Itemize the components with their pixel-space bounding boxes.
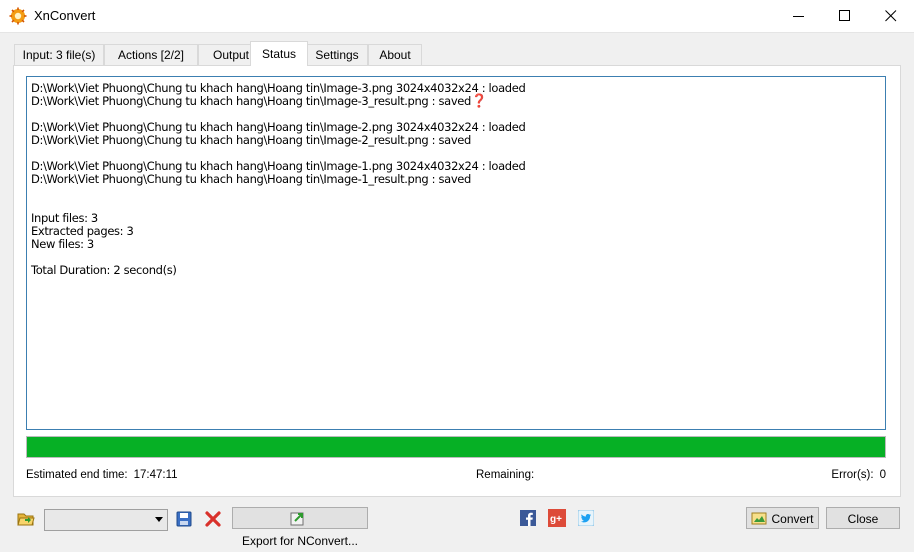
log-line-text: Total Duration: 2 second(s)	[31, 263, 177, 277]
tab-settings[interactable]: Settings	[306, 44, 368, 65]
log-line-text: D:\Work\Viet Phuong\Chung tu khach hang\…	[31, 159, 526, 173]
remaining-label: Remaining:	[476, 469, 535, 481]
error-count-label: Error(s):	[831, 469, 874, 481]
convert-label: Convert	[771, 512, 814, 526]
log-line-text: D:\Work\Viet Phuong\Chung tu khach hang\…	[31, 133, 471, 147]
log-line-text: Input files: 3	[31, 211, 98, 225]
log-line-text: D:\Work\Viet Phuong\Chung tu khach hang\…	[31, 120, 526, 134]
minimize-button[interactable]	[776, 0, 822, 32]
export-icon	[290, 512, 304, 526]
log-line: New files: 3	[31, 238, 885, 251]
log-line: D:\Work\Viet Phuong\Chung tu khach hang\…	[31, 134, 885, 147]
twitter-icon[interactable]	[578, 510, 594, 526]
bottom-toolbar: Export for NConvert... g+ Convert Close	[0, 505, 914, 548]
google-plus-icon[interactable]: g+	[548, 509, 566, 527]
folder-open-icon[interactable]	[17, 510, 35, 528]
preset-select[interactable]	[44, 509, 168, 531]
chevron-down-icon	[155, 517, 163, 522]
save-icon[interactable]	[175, 510, 193, 528]
log-line-text: D:\Work\Viet Phuong\Chung tu khach hang\…	[31, 172, 471, 186]
estimated-end-time: Estimated end time: 17:47:11	[26, 469, 178, 481]
close-button[interactable]: Close	[826, 507, 900, 529]
log-content: D:\Work\Viet Phuong\Chung tu khach hang\…	[27, 77, 885, 277]
title-bar: XnConvert	[0, 0, 914, 33]
tab-status[interactable]: Status	[250, 41, 308, 66]
log-blank-line	[31, 199, 885, 212]
close-window-button[interactable]	[868, 0, 914, 32]
minimize-icon	[793, 16, 804, 17]
status-row: Estimated end time: 17:47:11 Remaining: E…	[26, 469, 886, 485]
convert-button[interactable]: Convert	[746, 507, 819, 529]
delete-icon[interactable]	[204, 510, 222, 528]
log-line-text: D:\Work\Viet Phuong\Chung tu khach hang\…	[31, 94, 471, 108]
maximize-button[interactable]	[822, 0, 868, 32]
log-line-text: Extracted pages: 3	[31, 224, 134, 238]
facebook-icon[interactable]	[520, 510, 536, 526]
estimated-end-time-value: 17:47:11	[133, 469, 178, 481]
log-line: Input files: 3	[31, 212, 885, 225]
question-mark-icon: ❓	[470, 94, 487, 109]
error-count: Error(s): 0	[831, 469, 886, 481]
log-line-text: D:\Work\Viet Phuong\Chung tu khach hang\…	[31, 81, 526, 95]
log-line-text: New files: 3	[31, 237, 94, 251]
export-nconvert-button[interactable]: Export for NConvert...	[232, 507, 368, 548]
close-icon	[885, 10, 897, 22]
log-line: Total Duration: 2 second(s)	[31, 264, 885, 277]
error-count-value: 0	[879, 469, 886, 481]
progress-bar	[26, 436, 886, 458]
svg-text:g+: g+	[550, 514, 562, 525]
log-blank-line	[31, 186, 885, 199]
export-nconvert-label: Export for NConvert...	[241, 534, 359, 548]
log-line: D:\Work\Viet Phuong\Chung tu khach hang\…	[31, 94, 885, 109]
status-panel: D:\Work\Viet Phuong\Chung tu khach hang\…	[13, 65, 901, 497]
log-line: D:\Work\Viet Phuong\Chung tu khach hang\…	[31, 173, 885, 186]
status-log[interactable]: D:\Work\Viet Phuong\Chung tu khach hang\…	[26, 76, 886, 430]
xnconvert-logo-icon	[9, 7, 27, 25]
tab-input[interactable]: Input: 3 file(s)	[14, 44, 104, 65]
window-title: XnConvert	[34, 8, 96, 23]
tab-about[interactable]: About	[368, 44, 422, 65]
log-line: Extracted pages: 3	[31, 225, 885, 238]
convert-icon	[751, 512, 767, 525]
estimated-end-time-label: Estimated end time:	[26, 469, 128, 481]
maximize-icon	[839, 10, 850, 21]
progress-fill	[27, 437, 885, 457]
tab-actions[interactable]: Actions [2/2]	[104, 44, 198, 65]
